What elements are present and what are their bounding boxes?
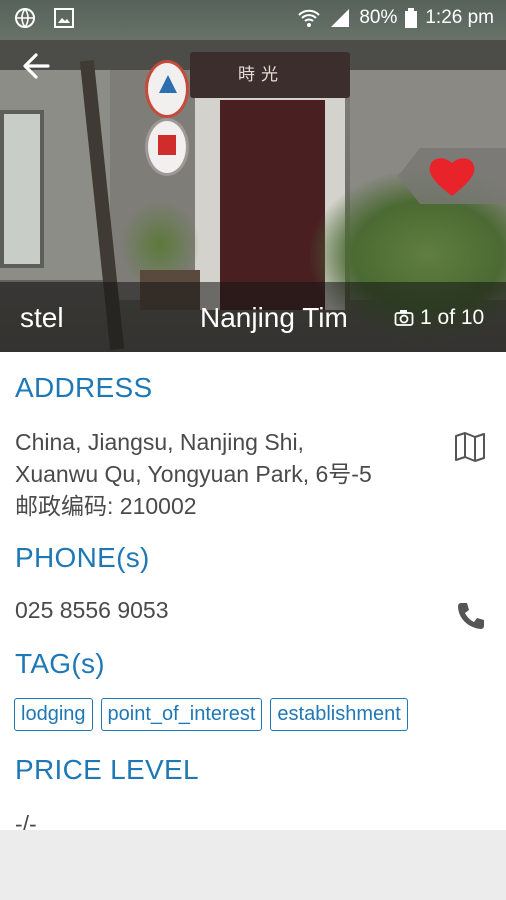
photo-hostel-sign: 時光: [190, 52, 350, 98]
camera-icon: [394, 310, 414, 326]
battery-percent: 80%: [359, 7, 398, 28]
favorite-button[interactable]: [398, 146, 506, 206]
photo-hostel-logo-2: [145, 118, 189, 176]
address-line-1: China, Jiangsu, Nanjing Shi,: [15, 429, 304, 455]
photo-counter: 1 of 10: [394, 306, 484, 330]
price-level-value: -/-: [15, 811, 37, 830]
photo-counter-text: 1 of 10: [420, 306, 485, 329]
phone-icon: [458, 603, 484, 629]
tag-lodging[interactable]: lodging: [14, 698, 93, 731]
tag-list: lodging point_of_interest establishment: [14, 698, 408, 731]
sign-text: 時光: [238, 65, 284, 84]
photo-window: [0, 110, 44, 268]
address-line-2: Xuanwu Qu, Yongyuan Park, 6号-5: [15, 461, 372, 487]
status-bar: 80% 1:26 pm: [0, 0, 506, 36]
phone-heading: PHONE(s): [15, 542, 150, 573]
signal-icon: [331, 9, 350, 27]
photo-caption-bar: stel Nanjing Tim 1 of 10: [0, 282, 506, 352]
back-button[interactable]: [18, 48, 58, 84]
tag-establishment[interactable]: establishment: [270, 698, 408, 731]
tags-heading: TAG(s): [15, 648, 105, 679]
status-left-icons: [14, 7, 75, 29]
caption-place-title: Nanjing Tim: [200, 302, 348, 333]
heart-icon: [398, 148, 506, 204]
phone-number[interactable]: 025 8556 9053: [15, 594, 169, 626]
clock: 1:26 pm: [425, 7, 494, 28]
arrow-left-icon: [23, 53, 50, 79]
map-icon: [455, 432, 485, 462]
wifi-icon: [298, 9, 321, 27]
place-details: ADDRESS China, Jiangsu, Nanjing Shi, Xua…: [0, 352, 506, 830]
caption-previous-title: stel: [20, 302, 64, 333]
call-button[interactable]: [450, 596, 490, 636]
tag-point-of-interest[interactable]: point_of_interest: [100, 698, 263, 731]
battery-icon: [405, 8, 418, 28]
globe-icon: [15, 8, 35, 28]
status-right-icons: 80% 1:26 pm: [297, 7, 494, 29]
address-text[interactable]: China, Jiangsu, Nanjing Shi, Xuanwu Qu, …: [15, 426, 372, 522]
photo-hostel-logo: [145, 60, 189, 118]
address-heading: ADDRESS: [15, 372, 153, 403]
address-line-3: 邮政编码: 210002: [15, 493, 197, 519]
image-icon: [54, 8, 75, 28]
map-button[interactable]: [450, 430, 490, 464]
bottom-area: [0, 830, 506, 900]
price-level-heading: PRICE LEVEL: [15, 754, 199, 785]
